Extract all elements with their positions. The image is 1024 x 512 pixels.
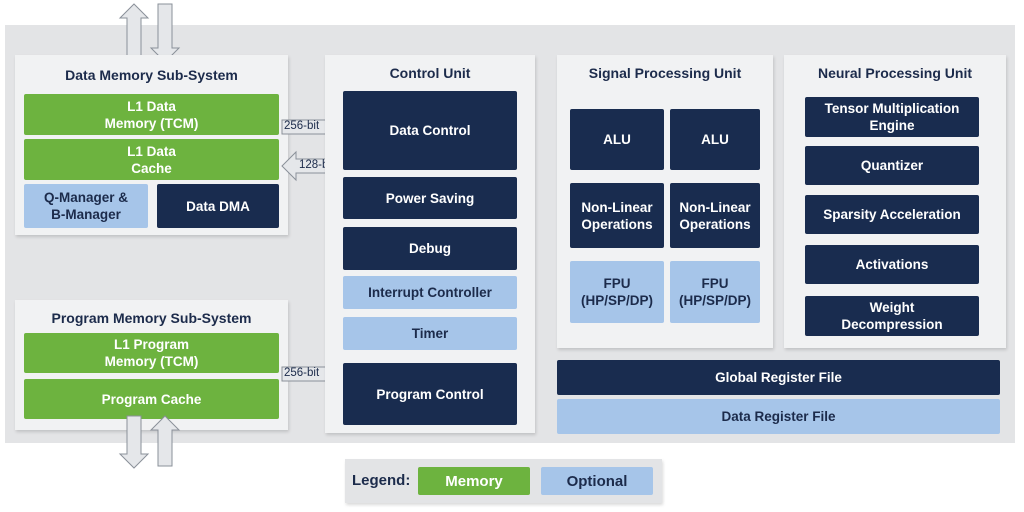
alu: ALU bbox=[670, 109, 760, 170]
external-program-arrows-icon bbox=[118, 415, 181, 469]
data-dma: Data DMA bbox=[157, 184, 279, 228]
weight-decompression: Weight Decompression bbox=[805, 296, 979, 336]
non-linear-operations: Non-Linear Operations bbox=[570, 183, 664, 248]
quantizer: Quantizer bbox=[805, 146, 979, 185]
sparsity-acceleration: Sparsity Acceleration bbox=[805, 195, 979, 234]
panel-title: Program Memory Sub-System bbox=[51, 310, 252, 326]
alu: ALU bbox=[570, 109, 664, 170]
timer: Timer bbox=[343, 317, 517, 350]
legend-label: Legend: bbox=[352, 472, 411, 489]
global-register-file: Global Register File bbox=[557, 360, 1000, 395]
q-b-manager: Q-Manager & B-Manager bbox=[24, 184, 148, 228]
l1-data-cache: L1 Data Cache bbox=[24, 139, 279, 180]
debug: Debug bbox=[343, 227, 517, 270]
tensor-multiplication-engine: Tensor Multiplication Engine bbox=[805, 97, 979, 137]
power-saving: Power Saving bbox=[343, 177, 517, 219]
interrupt-controller: Interrupt Controller bbox=[343, 276, 517, 309]
legend-memory: Memory bbox=[418, 467, 530, 495]
activations: Activations bbox=[805, 245, 979, 284]
program-control: Program Control bbox=[343, 363, 517, 425]
program-cache: Program Cache bbox=[24, 379, 279, 419]
l1-data-memory: L1 Data Memory (TCM) bbox=[24, 94, 279, 135]
legend-optional: Optional bbox=[541, 467, 653, 495]
panel-title: Control Unit bbox=[389, 65, 471, 81]
fpu: FPU (HP/SP/DP) bbox=[570, 261, 664, 323]
panel-title: Data Memory Sub-System bbox=[65, 67, 238, 83]
panel-title: Neural Processing Unit bbox=[817, 65, 973, 81]
bus-width-label: 256-bit bbox=[284, 367, 320, 379]
bus-width-label: 256-bit bbox=[284, 120, 320, 132]
legend: Legend: Memory Optional bbox=[345, 459, 662, 503]
fpu: FPU (HP/SP/DP) bbox=[670, 261, 760, 323]
data-control: Data Control bbox=[343, 91, 517, 170]
data-register-file: Data Register File bbox=[557, 399, 1000, 434]
non-linear-operations: Non-Linear Operations bbox=[670, 183, 760, 248]
panel-title: Signal Processing Unit bbox=[588, 65, 742, 81]
l1-program-memory: L1 Program Memory (TCM) bbox=[24, 333, 279, 373]
